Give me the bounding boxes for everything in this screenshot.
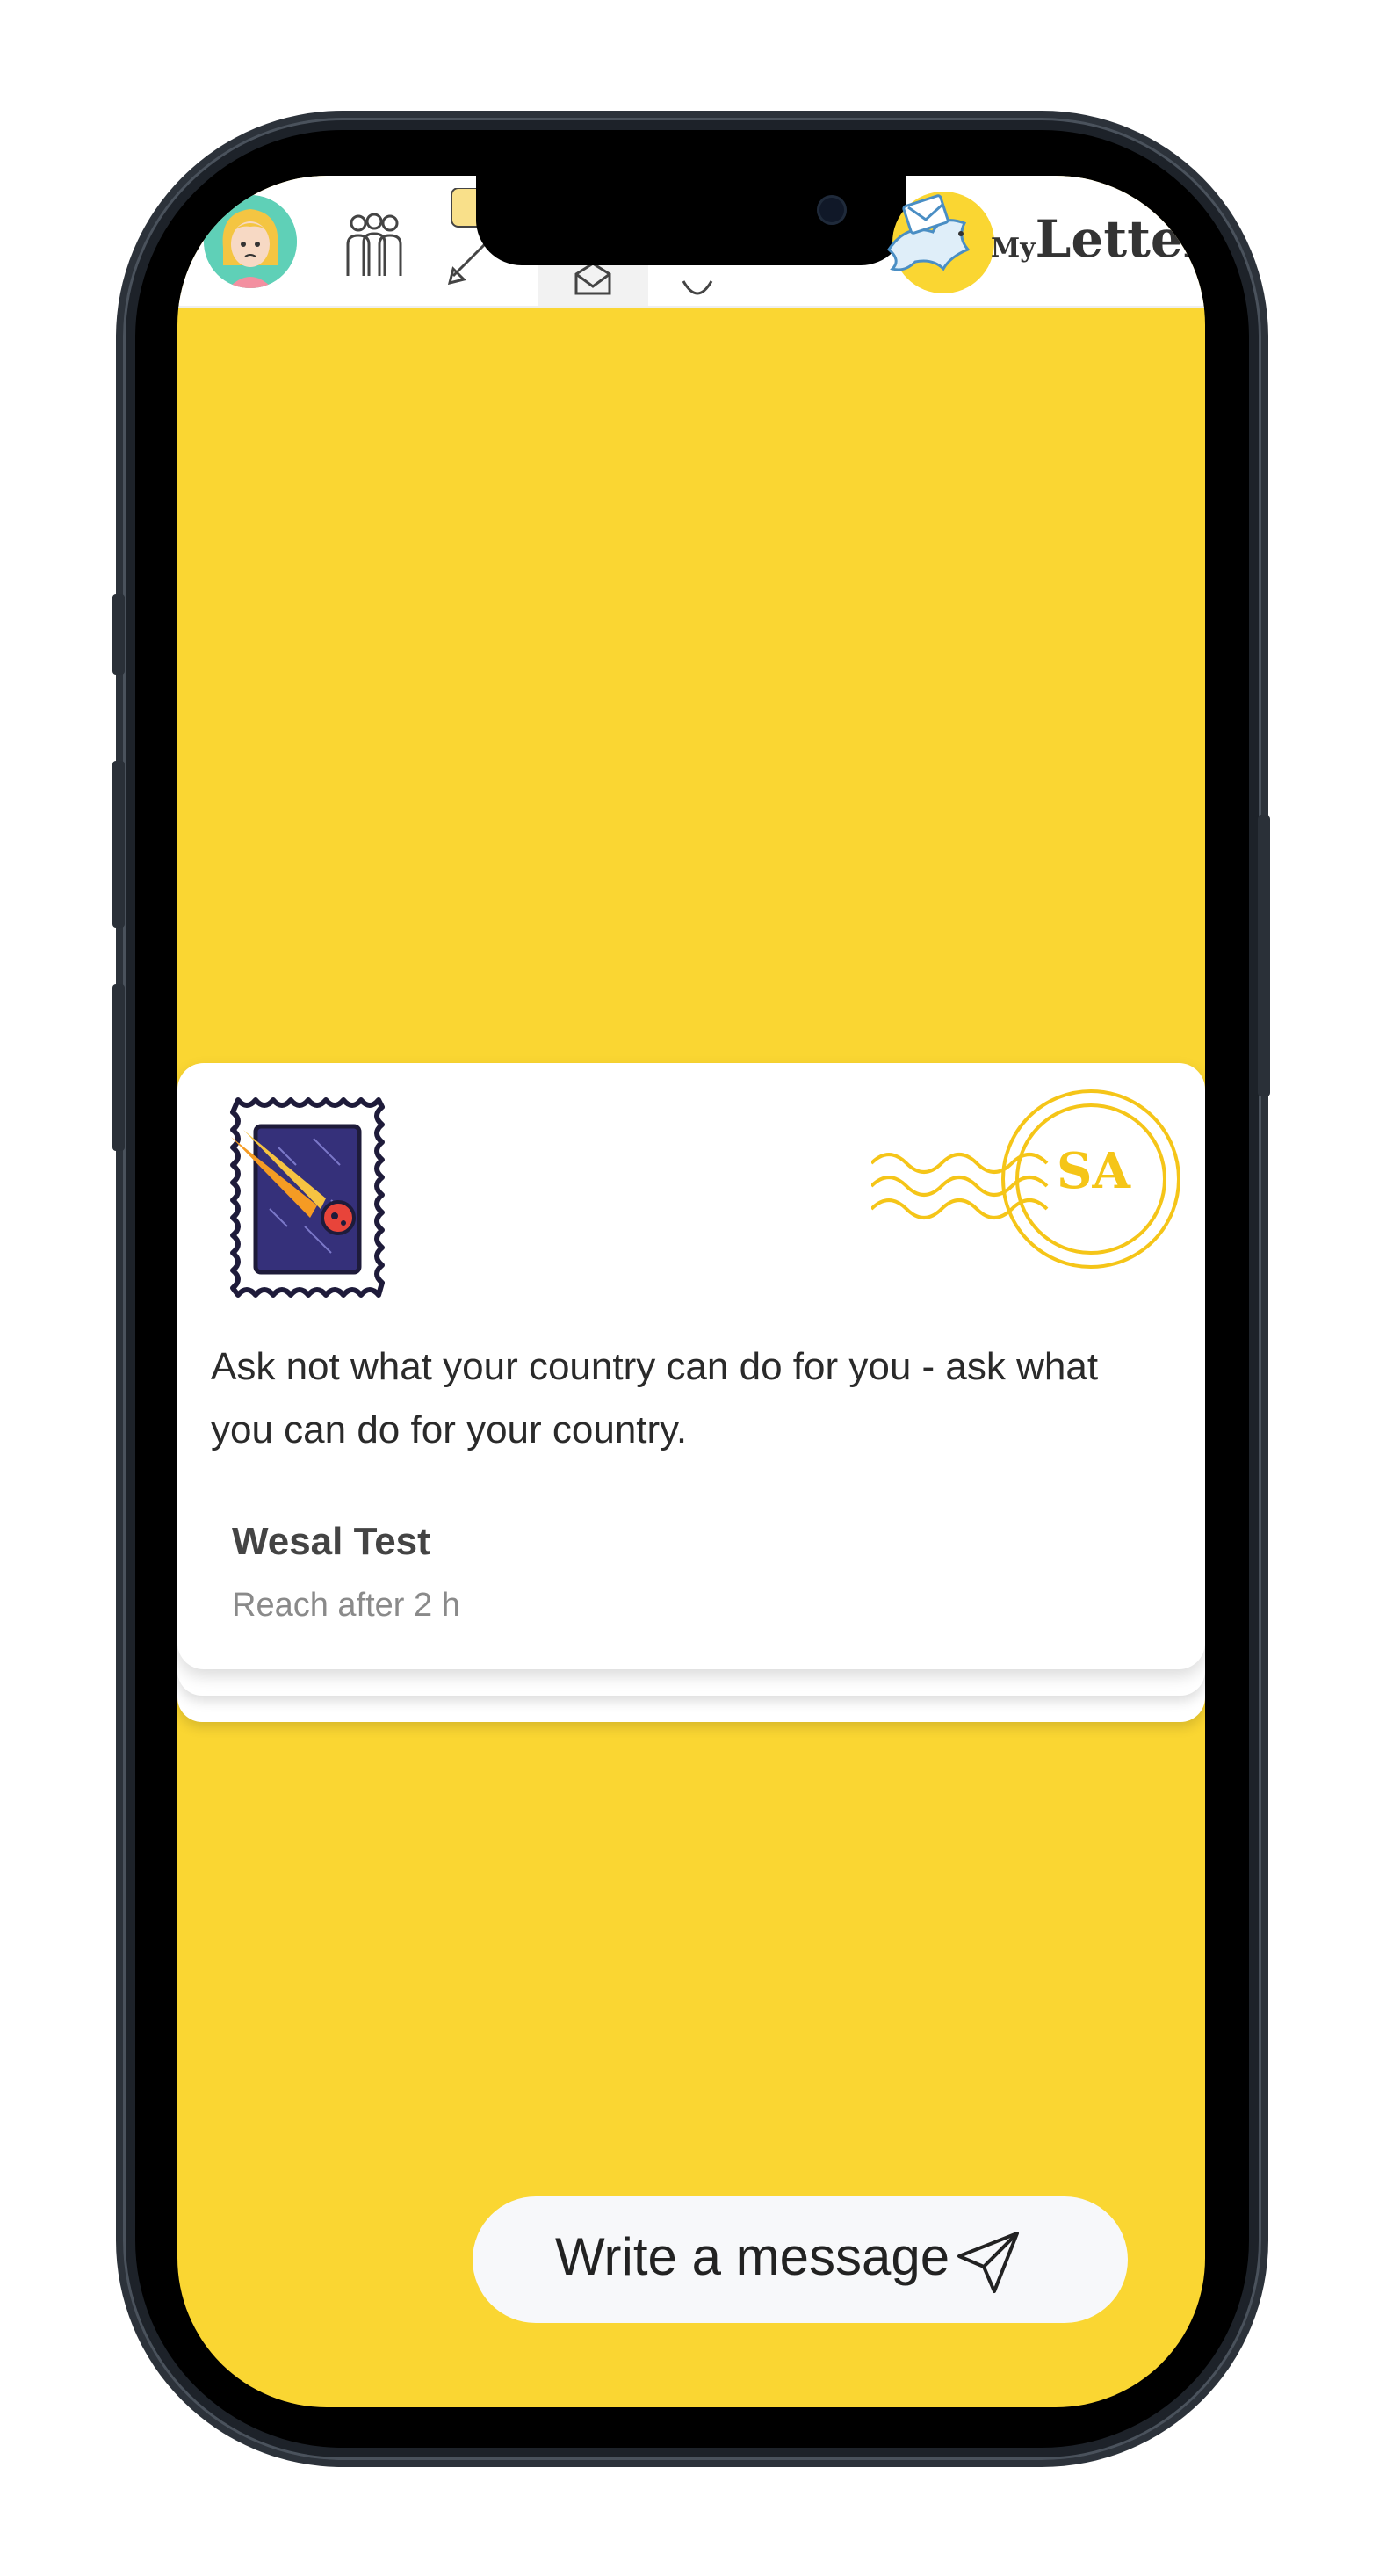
brand-wordmark: MyLetter — [991, 209, 1205, 269]
top-nav-bar: MyLetter — [177, 176, 1205, 308]
send-icon — [956, 2228, 1022, 2295]
settings-icon[interactable] — [680, 279, 715, 302]
friends-icon[interactable] — [341, 209, 408, 279]
brand-prefix: My — [991, 233, 1036, 264]
comet-stamp-icon — [226, 1095, 388, 1301]
envelope-icon[interactable] — [573, 260, 613, 299]
sender-name: Wesal Test — [232, 1520, 430, 1563]
delivery-eta: Reach after 2 h — [232, 1587, 460, 1624]
front-camera — [817, 195, 847, 225]
phone-notch — [476, 176, 906, 265]
phone-volume-down-button — [112, 984, 125, 1151]
write-message-label: Write a message — [555, 2227, 950, 2286]
phone-silent-switch — [112, 594, 125, 675]
letter-message: Ask not what your country can do for you… — [211, 1345, 1099, 1451]
brand-name: Letter — [1035, 209, 1205, 269]
postmark: SA — [870, 1089, 1188, 1274]
brand-logo — [880, 188, 994, 297]
letter-card[interactable]: SA Ask not what your country can do for … — [177, 1063, 1205, 1669]
user-avatar-icon[interactable] — [204, 195, 297, 288]
write-message-button[interactable]: Write a message — [473, 2196, 1128, 2323]
phone-power-button — [1258, 815, 1270, 1096]
postmark-code: SA — [1057, 1142, 1130, 1200]
app-screen: MyLetter SA Ask not what your country ca… — [177, 176, 1205, 2407]
phone-volume-up-button — [112, 761, 125, 928]
